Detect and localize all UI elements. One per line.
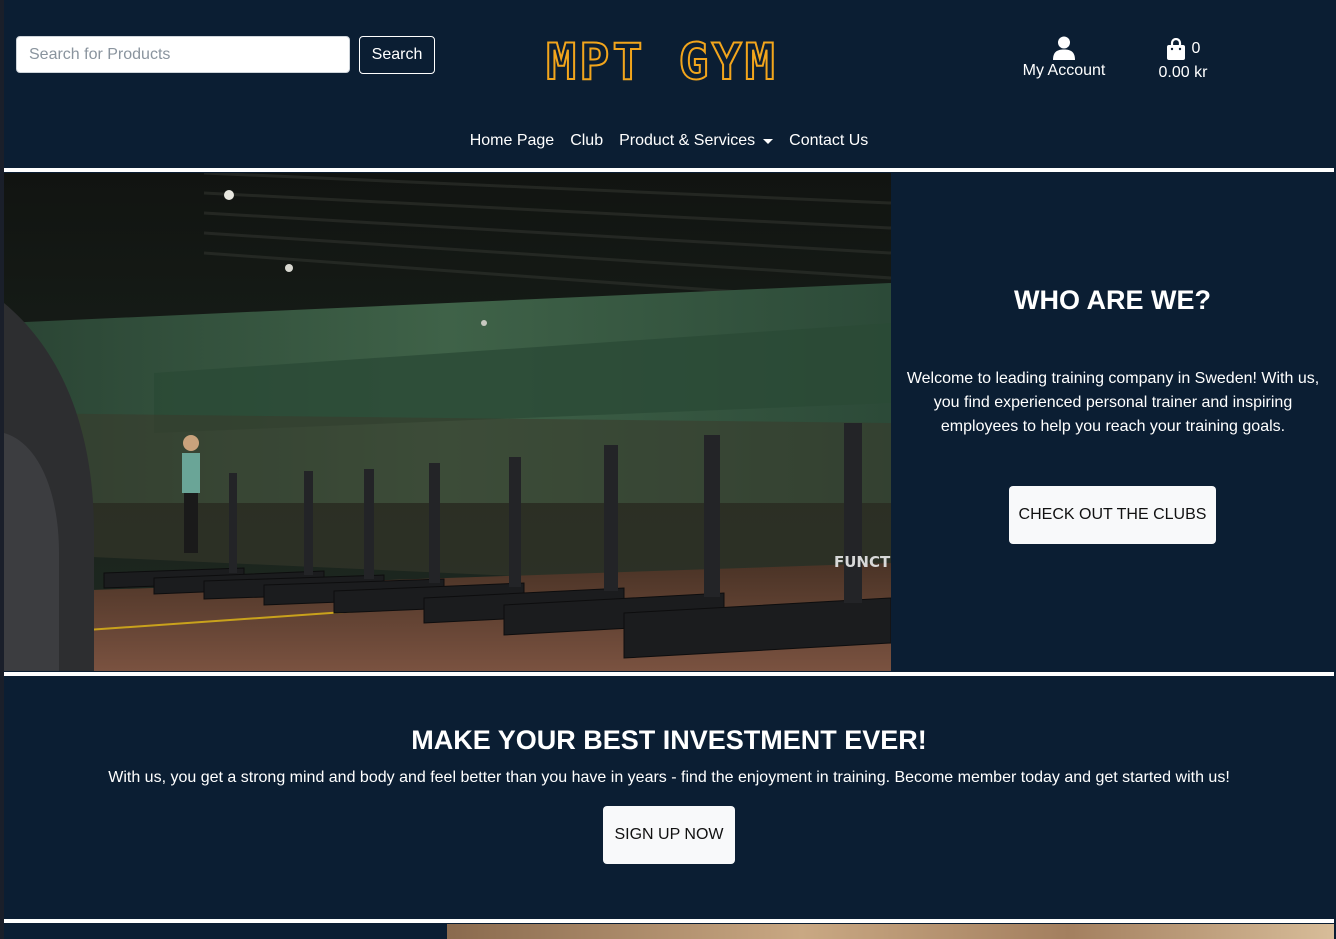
logo[interactable]: MPT GYM <box>522 32 802 92</box>
search-input[interactable] <box>16 36 350 73</box>
shopping-bag-icon <box>1166 38 1185 60</box>
logo-text: MPT GYM <box>545 33 778 91</box>
section-divider <box>4 672 1334 676</box>
gym-photo: FUNCTI <box>4 173 891 671</box>
account-label: My Account <box>1022 62 1106 79</box>
nav-item-products-services[interactable]: Product & Services <box>619 128 774 154</box>
who-are-we-text: Welcome to leading training company in S… <box>906 370 1320 435</box>
investment-text: With us, you get a strong mind and body … <box>108 769 1230 786</box>
sign-up-button[interactable]: SIGN UP NOW <box>603 806 735 864</box>
investment-title: MAKE YOUR BEST INVESTMENT EVER! <box>411 725 927 755</box>
next-section-image <box>447 924 1334 939</box>
check-out-clubs-button[interactable]: CHECK OUT THE CLUBS <box>1009 486 1216 544</box>
wall-sign-text: FUNCTI <box>834 553 891 571</box>
site-header: Search MPT GYM My Account 0 0.00 kr Home… <box>4 0 1334 168</box>
nav-item-home[interactable]: Home Page <box>470 128 555 154</box>
who-are-we-section: WHO ARE WE? Welcome to leading training … <box>891 173 1334 671</box>
search-button[interactable]: Search <box>359 36 435 74</box>
section-divider <box>4 168 1334 172</box>
user-icon <box>1053 36 1075 60</box>
cart-count: 0 <box>1191 40 1201 57</box>
nav-item-products-services-label: Product & Services <box>619 132 756 149</box>
nav-item-club[interactable]: Club <box>570 128 603 154</box>
main-nav: Home Page Club Product & Services Contac… <box>4 128 1334 154</box>
chevron-down-icon <box>763 138 774 144</box>
hero-image: FUNCTI <box>4 173 891 671</box>
nav-item-contact[interactable]: Contact Us <box>789 128 868 154</box>
my-account-link[interactable]: My Account <box>1014 36 1114 86</box>
who-are-we-title: WHO ARE WE? <box>1014 285 1211 315</box>
section-divider <box>4 919 1334 923</box>
investment-section: MAKE YOUR BEST INVESTMENT EVER! With us,… <box>4 677 1334 919</box>
cart-total: 0.00 kr <box>1158 64 1208 81</box>
cart-link[interactable]: 0 0.00 kr <box>1148 36 1218 86</box>
